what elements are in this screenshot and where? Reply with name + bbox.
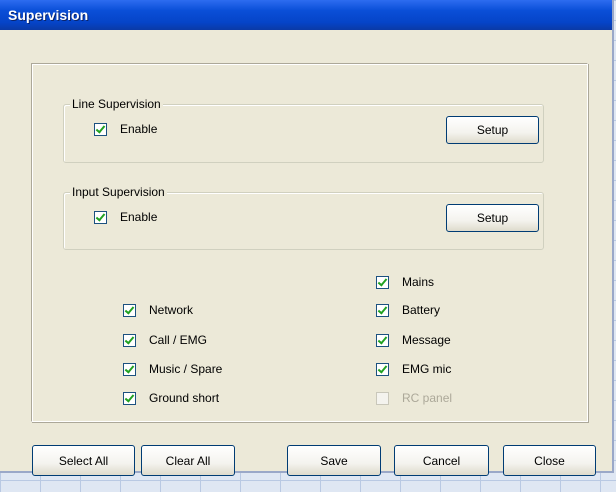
checkbox-label: Message <box>402 333 451 347</box>
close-button[interactable]: Close <box>503 445 596 476</box>
supervision-dialog: Supervision Line Supervision Enable Setu… <box>0 0 614 476</box>
save-button[interactable]: Save <box>287 445 381 476</box>
checkmark-icon <box>124 362 135 374</box>
checkbox-box <box>123 303 136 317</box>
emg-mic-checkbox[interactable]: EMG mic <box>376 361 451 377</box>
checkbox-box <box>123 333 136 347</box>
checkbox-label: Call / EMG <box>149 333 208 347</box>
checkbox-box <box>94 122 107 136</box>
checkbox-label: EMG mic <box>402 362 452 376</box>
checkbox-box <box>376 303 389 317</box>
clear-all-button[interactable]: Clear All <box>141 445 235 476</box>
line-supervision-legend: Line Supervision <box>70 96 163 112</box>
checkbox-box <box>123 391 136 405</box>
checkbox-box <box>376 333 389 347</box>
checkbox-label: Mains <box>402 275 435 289</box>
checkbox-box <box>376 391 389 405</box>
checkbox-box <box>376 362 389 376</box>
checkbox-label: Enable <box>120 122 158 136</box>
checkmark-icon <box>377 303 388 315</box>
music-spare-checkbox[interactable]: Music / Spare <box>123 361 222 377</box>
checkmark-icon <box>377 275 388 287</box>
window-title: Supervision <box>8 7 89 23</box>
cancel-button[interactable]: Cancel <box>394 445 489 476</box>
checkbox-label: Ground short <box>149 391 220 405</box>
line-supervision-setup-button[interactable]: Setup <box>446 116 539 144</box>
call-emg-checkbox[interactable]: Call / EMG <box>123 332 207 348</box>
line-supervision-enable-checkbox[interactable]: Enable <box>94 121 157 137</box>
ground-short-checkbox[interactable]: Ground short <box>123 390 219 406</box>
checkmark-icon <box>124 333 135 345</box>
input-supervision-legend: Input Supervision <box>70 184 167 200</box>
checkbox-box <box>376 275 389 289</box>
checkmark-icon <box>377 333 388 345</box>
checkmark-icon <box>124 391 135 403</box>
checkmark-icon <box>377 362 388 374</box>
input-supervision-setup-button[interactable]: Setup <box>446 204 539 232</box>
checkmark-icon <box>124 303 135 315</box>
checkbox-label: Network <box>149 303 194 317</box>
message-checkbox[interactable]: Message <box>376 332 451 348</box>
checkbox-label: Enable <box>120 210 158 224</box>
select-all-button[interactable]: Select All <box>32 445 135 476</box>
checkbox-label: Music / Spare <box>149 362 223 376</box>
input-supervision-enable-checkbox[interactable]: Enable <box>94 209 157 225</box>
rc-panel-checkbox: RC panel <box>376 390 452 406</box>
checkbox-label: Battery <box>402 303 441 317</box>
checkbox-label: RC panel <box>402 391 453 405</box>
checkbox-box <box>94 210 107 224</box>
checkmark-icon <box>95 122 106 134</box>
checkmark-icon <box>95 210 106 222</box>
battery-checkbox[interactable]: Battery <box>376 302 440 318</box>
checkbox-box <box>123 362 136 376</box>
mains-checkbox[interactable]: Mains <box>376 274 434 290</box>
title-bar[interactable]: Supervision <box>0 0 612 30</box>
network-checkbox[interactable]: Network <box>123 302 193 318</box>
